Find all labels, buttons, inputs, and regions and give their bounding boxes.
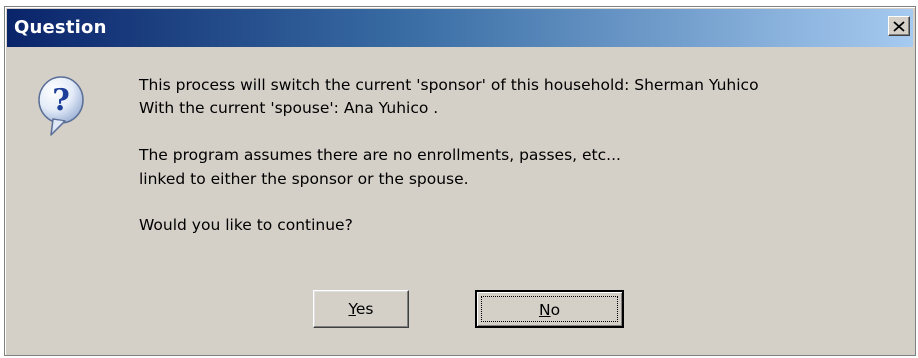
question-dialog: Question ? This process will switch the … bbox=[4, 6, 916, 356]
close-button[interactable] bbox=[888, 16, 910, 36]
message-line-2: With the current 'spouse': Ana Yuhico . bbox=[139, 99, 439, 117]
no-button-label: No bbox=[538, 301, 561, 319]
message-line-4: linked to either the sponsor or the spou… bbox=[139, 170, 469, 188]
yes-button[interactable]: Yes bbox=[313, 290, 409, 328]
no-button[interactable]: No bbox=[475, 290, 624, 328]
message-line-5: Would you like to continue? bbox=[139, 216, 353, 234]
svg-text:?: ? bbox=[52, 83, 70, 118]
title-bar[interactable]: Question bbox=[7, 9, 913, 47]
message-line-1: This process will switch the current 'sp… bbox=[139, 76, 759, 94]
message-line-3: The program assumes there are no enrollm… bbox=[139, 146, 621, 164]
question-icon: ? bbox=[38, 76, 84, 136]
close-icon bbox=[893, 20, 905, 32]
window-title: Question bbox=[14, 17, 107, 38]
yes-button-label: Yes bbox=[348, 300, 374, 318]
